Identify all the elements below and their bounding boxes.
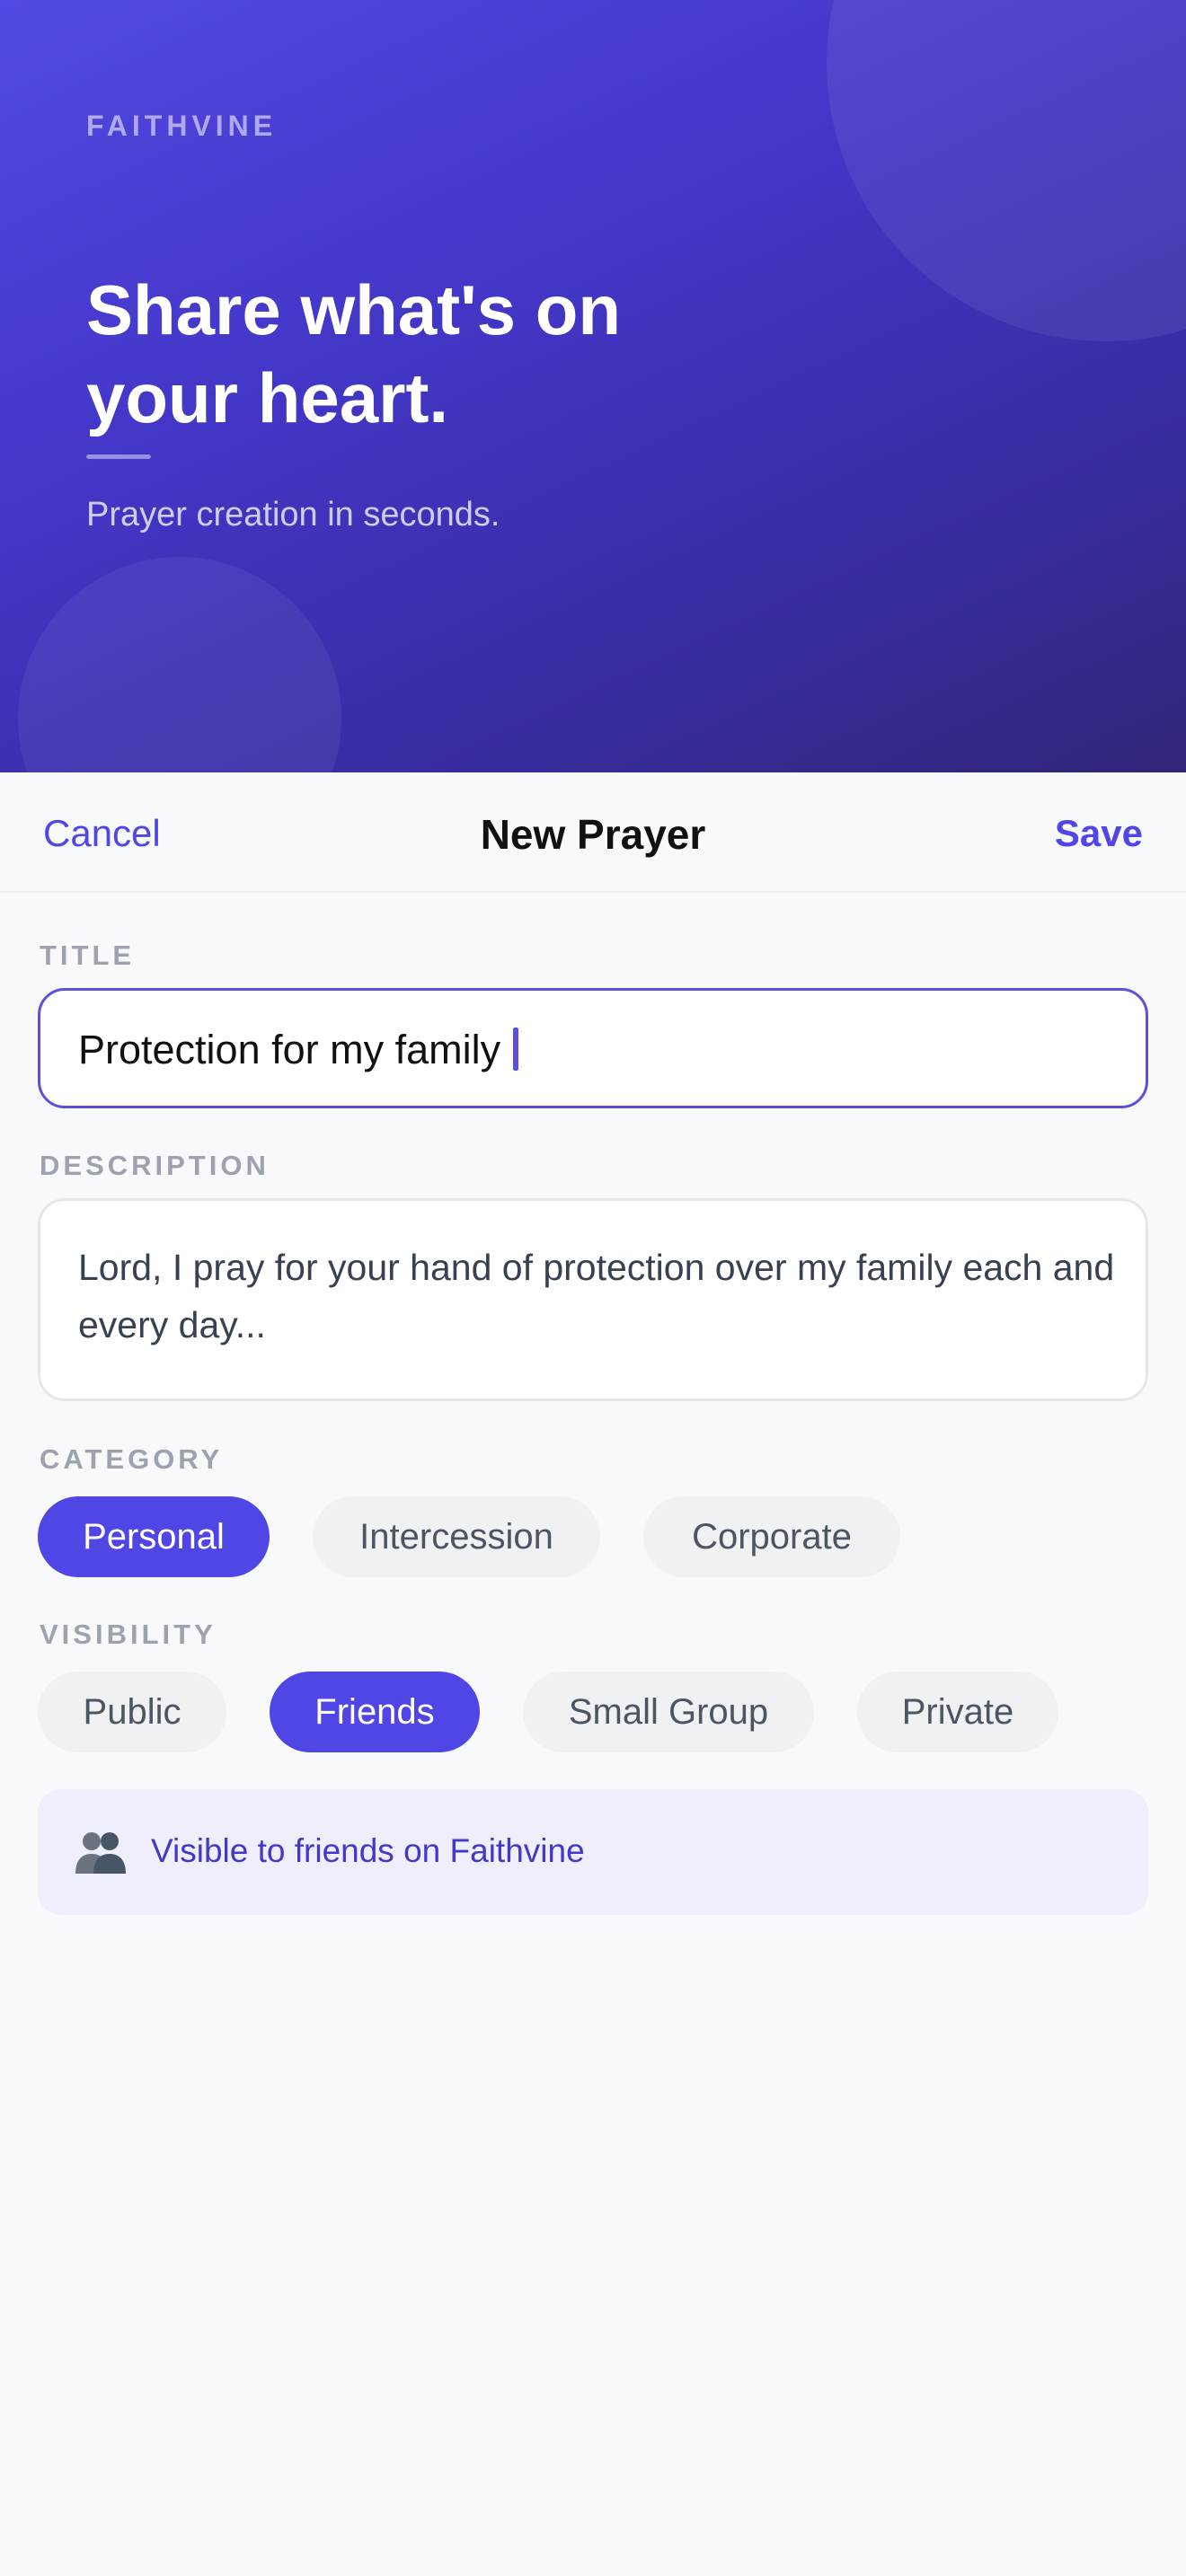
hero-headline-line-2: your heart. — [86, 358, 449, 437]
people-icon — [75, 1832, 126, 1874]
title-label: TITLE — [40, 940, 136, 971]
category-chip-personal[interactable]: Personal — [38, 1496, 270, 1577]
visibility-chip-friends[interactable]: Friends — [270, 1672, 480, 1752]
title-input-value-row: Protection for my family — [78, 1027, 519, 1073]
title-input-value: Protection for my family — [78, 1027, 501, 1072]
new-prayer-screen: FAITHVINE Share what's on your heart. Pr… — [0, 0, 1186, 2576]
text-cursor — [513, 1028, 519, 1071]
description-textarea[interactable]: Lord, I pray for your hand of protection… — [38, 1198, 1148, 1401]
description-label: DESCRIPTION — [40, 1150, 270, 1181]
hero-headline: Share what's on your heart. — [86, 266, 769, 442]
visibility-info-text: Visible to friends on Faithvine — [151, 1832, 585, 1869]
decorative-circle-bottom — [18, 557, 341, 772]
category-label: CATEGORY — [40, 1443, 224, 1475]
brand-name: FAITHVINE — [86, 110, 278, 142]
hero-divider — [86, 454, 151, 459]
navigation-bar: Cancel New Prayer Save — [0, 772, 1186, 893]
visibility-info-box: Visible to friends on Faithvine — [38, 1789, 1148, 1915]
visibility-label: VISIBILITY — [40, 1619, 217, 1650]
category-chip-corporate[interactable]: Corporate — [643, 1496, 900, 1577]
cancel-button[interactable]: Cancel — [43, 812, 161, 855]
hero-headline-line-1: Share what's on — [86, 270, 622, 349]
visibility-chip-private[interactable]: Private — [857, 1672, 1058, 1752]
hero-subtitle: Prayer creation in seconds. — [86, 496, 500, 534]
save-button[interactable]: Save — [1055, 812, 1143, 855]
hero-banner: FAITHVINE Share what's on your heart. Pr… — [0, 0, 1186, 772]
visibility-chip-public[interactable]: Public — [38, 1672, 226, 1752]
page-title: New Prayer — [480, 811, 706, 858]
decorative-circle-top — [827, 0, 1186, 341]
title-input[interactable]: Protection for my family — [38, 988, 1148, 1108]
description-textarea-value: Lord, I pray for your hand of protection… — [78, 1247, 1115, 1345]
category-chip-intercession[interactable]: Intercession — [313, 1496, 600, 1577]
visibility-chip-small-group[interactable]: Small Group — [523, 1672, 814, 1752]
